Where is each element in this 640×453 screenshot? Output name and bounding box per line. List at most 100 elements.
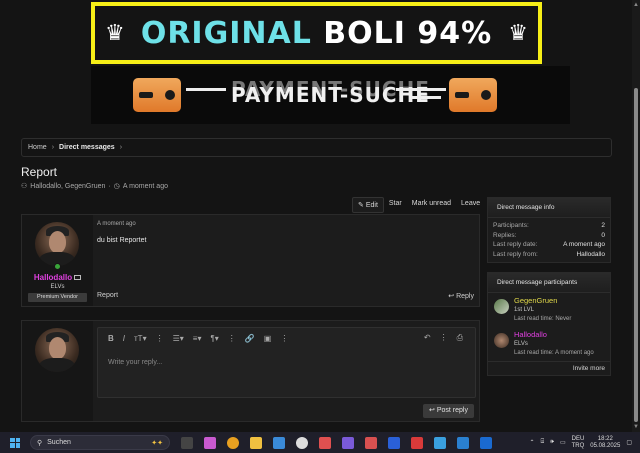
italic-icon[interactable]: I [123,334,125,343]
chevron-up-icon[interactable]: ⌃ [530,439,535,446]
reply-icon: ↩ [429,407,435,414]
paragraph-icon[interactable]: ¶▾ [210,334,218,343]
clock-icon: ◷ [113,183,120,190]
undo-icon[interactable]: ↶ [424,333,431,343]
more-options-icon[interactable]: ⋮ [280,334,288,343]
scroll-up-icon[interactable]: ▲ [633,2,639,8]
message-post: Hallodallo ELVs Premium Vendor A moment … [21,214,480,307]
list-icon[interactable]: ☰▾ [173,334,184,343]
participant-last-read: Last read time: Never [514,316,572,322]
bold-icon[interactable]: B [108,334,114,343]
app-icon[interactable] [434,436,446,449]
language-indicator[interactable]: DEU TRQ [572,436,585,450]
crown-right-icon: ♛ [508,20,528,45]
file-explorer-icon[interactable] [250,436,262,449]
more-options-icon[interactable]: ⋮ [228,334,236,343]
message-time[interactable]: A moment ago [97,221,136,227]
info-row: Last reply from: Hallodallo [493,250,605,258]
search-icon: ⚲ [37,439,43,447]
mail-icon[interactable] [74,275,82,281]
reply-link[interactable]: ↩ Reply [448,292,474,300]
app-icon[interactable] [388,436,400,449]
text-size-icon[interactable]: тT▾ [134,334,147,343]
mark-unread-button[interactable]: Mark unread [407,197,456,213]
participant-name[interactable]: GegenGruen [514,296,557,305]
image-icon[interactable]: ▣ [264,334,272,343]
reply-icon: ↩ [448,293,455,300]
banner-word-boli: BOLI [323,15,406,51]
report-link[interactable]: Report [97,292,118,299]
align-icon[interactable]: ≡▾ [193,334,202,343]
post-reply-button[interactable]: ↩ Post reply [423,404,474,418]
battery-icon[interactable]: ▭ [560,439,566,446]
chrome-icon[interactable] [227,436,239,449]
taskbar-search[interactable]: ⚲ Suchen ✦✦ [30,435,170,450]
more-options-icon[interactable]: ⋮ [440,333,448,343]
participants-panel: Direct message participants GegenGruen 1… [487,272,611,376]
app-icon[interactable] [296,436,308,449]
participants-list[interactable]: Hallodallo, GegenGruen [30,183,105,190]
participant-avatar[interactable] [494,333,509,348]
mail-app-icon[interactable] [273,436,285,449]
invite-more-button[interactable]: Invite more [488,361,610,375]
info-row: Replies: 0 [493,231,605,239]
reply-input-placeholder[interactable]: Write your reply... [108,359,162,366]
app-icon[interactable] [319,436,331,449]
reply-box: B I тT▾ ⋮ ☰▾ ≡▾ ¶▾ ⋮ 🔗 ▣ ⋮ ↶ ⋮ ⎙ Write y… [21,320,480,422]
participant-item: Hallodallo ELVs Last read time: A moment… [488,327,610,361]
edit-icon: ✎ [358,202,364,209]
page-title: Report [21,165,58,179]
sparkle-icon: ✦✦ [151,439,163,447]
link-icon[interactable]: 🔗 [245,334,255,343]
banner-payment-suche[interactable]: PAYMENT-SUCHE [91,66,570,124]
more-options-icon[interactable]: ⋮ [156,334,164,343]
avatar[interactable] [35,222,79,266]
page-scrollbar[interactable]: ▲ ▼ [632,0,640,432]
participant-name[interactable]: Hallodallo [514,330,547,339]
participant-item: GegenGruen 1st LVL Last read time: Never [488,293,610,327]
speaker-icon[interactable]: 🕪 [550,439,554,446]
user-title: ELVs [50,284,65,290]
edit-button[interactable]: ✎ Edit [352,197,384,213]
clock[interactable]: 18:22 05.08.2025 [590,436,620,450]
info-row: Participants: 2 [493,222,605,229]
credit-card-right-icon [449,78,497,112]
reply-user-column [22,321,93,421]
leave-button[interactable]: Leave [456,197,485,213]
app-icon[interactable] [411,436,423,449]
speed-line [411,96,441,99]
users-icon: ⚇ [21,183,28,190]
app-icon[interactable] [457,436,469,449]
system-tray: ⌃ ⌸ 🕪 ▭ DEU TRQ 18:22 05.08.2025 ▢ [530,436,640,450]
copilot-icon[interactable] [204,436,216,449]
app-icon[interactable] [480,436,492,449]
search-label: Suchen [47,439,71,446]
scroll-thumb[interactable] [634,88,638,422]
message-user-column: Hallodallo ELVs Premium Vendor [22,215,93,306]
app-icon[interactable] [365,436,377,449]
scroll-down-icon[interactable]: ▼ [633,424,639,430]
notification-icon[interactable]: ▢ [626,439,632,446]
user-badge: Premium Vendor [28,293,87,302]
chevron-right-icon: › [51,144,55,151]
star-button[interactable]: Star [384,197,407,213]
chevron-right-icon: › [119,144,123,151]
windows-start-icon[interactable] [10,437,20,448]
preview-icon[interactable]: ⎙ [457,333,463,343]
participant-last-read: Last read time: A moment ago [514,350,594,356]
banner-original-boli[interactable]: ♛ ORIGINAL BOLI 94% ♛ [91,2,542,64]
app-icon[interactable] [342,436,354,449]
reply-editor[interactable]: B I тT▾ ⋮ ☰▾ ≡▾ ¶▾ ⋮ 🔗 ▣ ⋮ ↶ ⋮ ⎙ Write y… [97,327,476,398]
breadcrumb: Home › Direct messages › [21,138,612,157]
conversation-actions: ✎ Edit Star Mark unread Leave [352,197,485,213]
speed-line [186,88,226,91]
participant-avatar[interactable] [494,299,509,314]
task-view-icon[interactable] [181,436,193,449]
avatar[interactable] [35,328,79,372]
meta-separator: · [108,182,111,190]
breadcrumb-direct-messages[interactable]: Direct messages [59,144,115,151]
participant-title: ELVs [514,341,528,347]
message-author[interactable]: Hallodallo [34,273,72,282]
breadcrumb-home[interactable]: Home [28,144,47,151]
network-icon[interactable]: ⌸ [541,439,545,446]
